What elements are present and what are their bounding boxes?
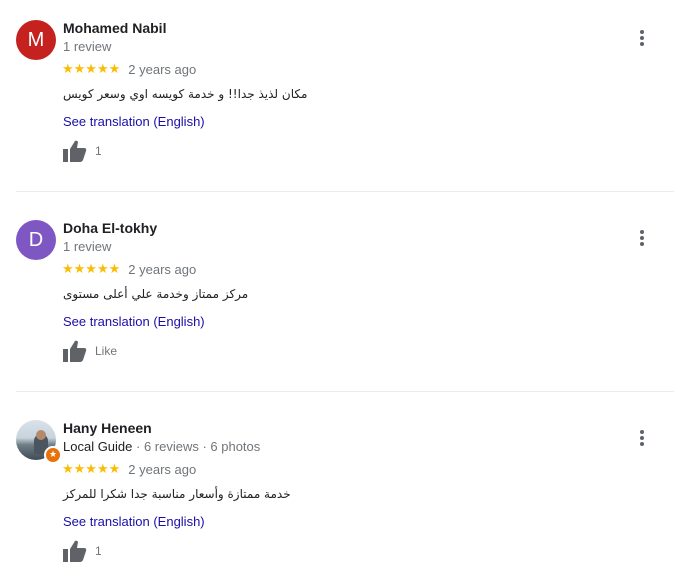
review-card: D Doha El-tokhy 1 review ★★★★★ 2 years a… [0, 200, 674, 400]
reviewer-name[interactable]: Mohamed Nabil [63, 20, 166, 36]
see-translation-link[interactable]: See translation (English) [63, 314, 205, 329]
review-text: مكان لذيذ جدا!! و خدمة كويسه اوي وسعر كو… [63, 87, 308, 101]
avatar-letter: M [27, 29, 45, 51]
review-card: M Mohamed Nabil 1 review ★★★★★ 2 years a… [0, 0, 674, 200]
star-icons: ★★★★★ [62, 262, 121, 277]
more-vert-icon[interactable] [632, 428, 652, 448]
more-vert-icon[interactable] [632, 228, 652, 248]
reviewer-counts: · 6 reviews · 6 photos [132, 439, 261, 454]
divider [16, 191, 674, 192]
review-card: ★ Hany Heneen Local Guide · 6 reviews · … [0, 400, 674, 587]
review-date: 2 years ago [128, 262, 197, 277]
avatar-photo-face [36, 430, 46, 440]
review-date: 2 years ago [128, 62, 197, 77]
reviewer-stats: Local Guide · 6 reviews · 6 photos [63, 439, 260, 454]
thumb-up-icon [63, 540, 87, 562]
like-label: Like [95, 344, 118, 358]
avatar[interactable]: ★ [16, 420, 62, 464]
reviewer-review-count: 1 review [63, 239, 112, 254]
local-guide-star-icon: ★ [44, 446, 62, 464]
reviewer-review-count: 1 review [63, 39, 112, 54]
star-rating: ★★★★★ 2 years ago [62, 462, 196, 477]
star-rating: ★★★★★ 2 years ago [62, 262, 196, 277]
thumb-up-icon [63, 340, 87, 362]
like-button[interactable]: Like [63, 340, 117, 362]
review-date: 2 years ago [128, 462, 197, 477]
avatar-letter: D [28, 229, 44, 251]
like-button[interactable]: 1 [63, 540, 102, 562]
star-icons: ★★★★★ [62, 462, 121, 477]
reviewer-name[interactable]: Hany Heneen [63, 420, 152, 436]
review-text: خدمة ممتازة وأسعار مناسبة جدا شكرا للمرك… [63, 487, 291, 501]
star-icons: ★★★★★ [62, 62, 121, 77]
see-translation-link[interactable]: See translation (English) [63, 514, 205, 529]
review-text: مركز ممتاز وخدمة علي أعلى مستوى [63, 287, 249, 301]
like-count: 1 [95, 544, 102, 558]
divider [16, 391, 674, 392]
reviews-list: M Mohamed Nabil 1 review ★★★★★ 2 years a… [0, 0, 674, 587]
thumb-up-icon [63, 140, 87, 162]
avatar[interactable]: D [16, 220, 56, 260]
avatar[interactable]: M [16, 20, 56, 60]
more-vert-icon[interactable] [632, 28, 652, 48]
local-guide-label: Local Guide [63, 439, 133, 454]
see-translation-link[interactable]: See translation (English) [63, 114, 205, 129]
like-button[interactable]: 1 [63, 140, 102, 162]
like-count: 1 [95, 144, 102, 158]
reviewer-name[interactable]: Doha El-tokhy [63, 220, 157, 236]
star-rating: ★★★★★ 2 years ago [62, 62, 196, 77]
